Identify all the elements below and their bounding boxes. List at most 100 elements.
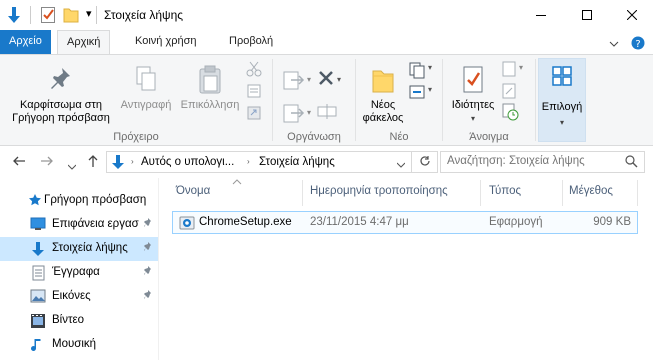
delete-dropdown-icon[interactable]: ▾ — [337, 75, 341, 84]
column-divider[interactable] — [637, 180, 638, 206]
pin-quick-access-button[interactable]: Καρφίτσωμα στη Γρήγορη πρόσβαση — [8, 65, 114, 125]
easy-access-dropdown-icon[interactable]: ▾ — [428, 85, 432, 94]
copy-icon — [114, 65, 178, 95]
edit-icon[interactable] — [501, 83, 519, 102]
nav-item-label: Βίντεο — [52, 314, 85, 326]
address-dropdown-icon[interactable] — [396, 159, 406, 171]
pin-icon[interactable] — [143, 290, 153, 305]
select-button[interactable]: Επιλογή ▾ — [538, 58, 586, 142]
pin-label-line2: Γρήγορη πρόσβαση — [12, 112, 110, 124]
column-header-name[interactable]: Όνομα — [176, 185, 210, 205]
copy-label: Αντιγραφή — [120, 99, 172, 111]
new-folder-label-line1: Νέος — [370, 99, 396, 111]
ribbon-collapse-icon[interactable] — [609, 39, 619, 51]
copy-button[interactable]: Αντιγραφή — [114, 65, 178, 112]
search-input[interactable] — [447, 155, 617, 167]
open-icon[interactable] — [501, 61, 519, 80]
recent-locations-icon[interactable] — [67, 157, 77, 173]
column-divider[interactable] — [302, 180, 303, 206]
refresh-button[interactable] — [412, 151, 438, 173]
tab-home[interactable]: Αρχική — [57, 30, 111, 55]
exe-file-icon — [179, 215, 195, 234]
rename-icon[interactable] — [317, 101, 337, 124]
column-divider[interactable] — [562, 180, 563, 206]
pin-icon[interactable] — [143, 266, 153, 281]
group-clipboard-label: Πρόχειρο — [113, 131, 159, 143]
column-header-type[interactable]: Τύπος — [489, 185, 521, 205]
delete-icon[interactable] — [317, 69, 337, 92]
new-item-icon[interactable] — [408, 61, 428, 82]
tab-share[interactable]: Κοινή χρήση — [126, 30, 206, 54]
cut-icon[interactable] — [246, 61, 262, 80]
nav-item-label: Μουσική — [52, 338, 97, 350]
breadcrumb-chevron-icon[interactable]: › — [247, 157, 250, 166]
group-clipboard: Καρφίτσωμα στη Γρήγορη πρόσβαση Αντιγραφ… — [0, 55, 272, 145]
column-header-modified[interactable]: Ημερομηνία τροποποίησης — [310, 185, 448, 205]
properties-button[interactable]: Ιδιότητες ▾ — [445, 65, 501, 125]
new-item-dropdown-icon[interactable]: ▾ — [428, 63, 432, 72]
copy-to-dropdown-icon[interactable]: ▾ — [307, 108, 311, 117]
star-icon — [28, 193, 42, 210]
nav-item-quick-access[interactable]: Γρήγορη πρόσβαση — [0, 189, 158, 213]
breadcrumb-this-pc[interactable]: Αυτός ο υπολογι... — [141, 156, 234, 168]
ribbon-separator — [535, 59, 536, 141]
minimize-button[interactable] — [518, 0, 564, 30]
search-icon[interactable] — [625, 155, 638, 171]
nav-item-downloads[interactable]: Στοιχεία λήψης — [0, 237, 158, 261]
pin-icon[interactable] — [143, 218, 153, 233]
address-bar[interactable]: › Αυτός ο υπολογι... › Στοιχεία λήψης — [106, 151, 412, 173]
breadcrumb-chevron-icon[interactable]: › — [131, 157, 134, 166]
properties-qat-icon[interactable] — [40, 6, 56, 27]
new-folder-button[interactable]: Νέος φάκελος — [358, 65, 408, 125]
new-folder-qat-icon[interactable] — [63, 6, 79, 27]
download-arrow-icon — [6, 6, 22, 27]
nav-item-documents[interactable]: Έγγραφα — [0, 261, 158, 285]
history-icon[interactable] — [501, 103, 519, 124]
breadcrumb-downloads[interactable]: Στοιχεία λήψης — [259, 156, 335, 168]
qat-divider — [30, 6, 31, 24]
qat-dropdown[interactable]: ▾ — [86, 7, 92, 20]
pin-icon[interactable] — [143, 242, 153, 257]
tab-file[interactable]: Αρχείο — [0, 30, 51, 54]
table-row[interactable]: ChromeSetup.exe 23/11/2015 4:47 μμ Εφαρμ… — [172, 211, 638, 234]
address-row: › Αυτός ο υπολογι... › Στοιχεία λήψης — [0, 146, 653, 178]
title-divider — [96, 6, 97, 24]
copy-to-icon[interactable] — [281, 100, 307, 129]
easy-access-icon[interactable] — [408, 83, 428, 104]
nav-item-label: Έγγραφα — [52, 266, 100, 278]
open-dropdown-icon[interactable]: ▾ — [519, 63, 523, 72]
select-grid-icon — [539, 65, 585, 95]
nav-item-label: Επιφάνεια εργασ — [52, 218, 139, 230]
tab-view[interactable]: Προβολή — [220, 30, 282, 54]
column-divider[interactable] — [480, 180, 481, 206]
properties-dropdown-icon[interactable]: ▾ — [445, 112, 501, 125]
up-arrow-icon[interactable] — [86, 154, 100, 171]
pane-splitter[interactable] — [158, 178, 159, 360]
column-header-size[interactable]: Μέγεθος — [569, 185, 613, 205]
group-new-label: Νέο — [389, 131, 409, 143]
paste-shortcut-icon[interactable] — [246, 105, 262, 124]
file-size: 909 KB — [593, 216, 631, 228]
paste-button[interactable]: Επικόλληση — [178, 65, 242, 112]
select-dropdown-icon[interactable]: ▾ — [539, 116, 585, 129]
back-arrow-icon[interactable] — [12, 154, 26, 171]
pin-icon — [8, 65, 114, 95]
sort-ascending-icon — [232, 178, 242, 187]
nav-item-pictures[interactable]: Εικόνες — [0, 285, 158, 309]
move-to-icon[interactable] — [281, 67, 307, 96]
properties-label: Ιδιότητες — [451, 99, 495, 111]
close-button[interactable] — [610, 0, 653, 30]
nav-item-desktop[interactable]: Επιφάνεια εργασ — [0, 213, 158, 237]
maximize-button[interactable] — [564, 0, 610, 30]
nav-item-music[interactable]: Μουσική — [0, 333, 158, 357]
search-box[interactable] — [440, 151, 645, 173]
nav-item-label: Γρήγορη πρόσβαση — [44, 194, 147, 206]
move-to-dropdown-icon[interactable]: ▾ — [307, 75, 311, 84]
help-icon[interactable]: ? — [631, 36, 645, 53]
forward-arrow-icon[interactable] — [40, 154, 54, 171]
nav-item-videos[interactable]: Βίντεο — [0, 309, 158, 333]
nav-item-label: Εικόνες — [52, 290, 91, 302]
copy-path-icon[interactable] — [246, 83, 262, 102]
address-download-icon — [111, 154, 125, 173]
ribbon: Καρφίτσωμα στη Γρήγορη πρόσβαση Αντιγραφ… — [0, 54, 653, 146]
